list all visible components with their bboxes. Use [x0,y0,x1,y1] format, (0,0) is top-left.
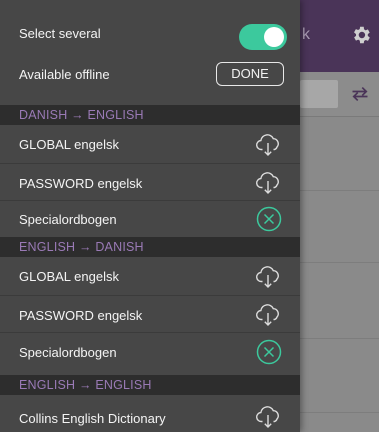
search-input[interactable] [300,80,338,108]
dictionary-label: GLOBAL engelsk [19,269,119,284]
list-divider [300,190,379,191]
section-header: DANISH → ENGLISH [0,105,300,125]
offline-drawer: Select several Available offline DONE DA… [0,0,300,432]
cloud-download-icon[interactable] [255,300,283,328]
cloud-download-icon[interactable] [255,168,283,196]
select-several-label: Select several [19,26,101,41]
dictionary-label: PASSWORD engelsk [19,308,143,323]
section-title: ENGLISH → DANISH [19,240,144,254]
section-header: ENGLISH → DANISH [0,237,300,257]
list-divider [300,412,379,413]
dictionary-label: Specialordbogen [19,345,117,360]
dictionary-item[interactable]: Specialordbogen [0,333,300,371]
swap-icon[interactable] [350,84,370,104]
header-title-partial: k [302,26,310,43]
section-title: ENGLISH → ENGLISH [19,378,152,392]
remove-circle-icon[interactable] [255,205,283,233]
cloud-download-icon[interactable] [255,130,283,158]
dictionary-label: Specialordbogen [19,212,117,227]
dictionary-item[interactable]: GLOBAL engelsk [0,257,300,295]
available-offline-row: Available offline DONE [0,52,300,102]
done-button[interactable]: DONE [216,62,284,86]
dictionary-item[interactable]: Specialordbogen [0,201,300,237]
list-divider [300,338,379,339]
section-title: DANISH → ENGLISH [19,108,144,122]
dictionary-item[interactable]: PASSWORD engelsk [0,164,300,200]
dictionary-item[interactable]: GLOBAL engelsk [0,125,300,163]
select-several-row: Select several [0,0,300,52]
remove-circle-icon[interactable] [255,338,283,366]
dictionary-item[interactable]: PASSWORD engelsk [0,296,300,332]
available-offline-label: Available offline [19,67,110,82]
dictionary-label: GLOBAL engelsk [19,137,119,152]
list-divider [300,262,379,263]
dictionary-label: PASSWORD engelsk [19,176,143,191]
section-header: ENGLISH → ENGLISH [0,375,300,395]
cloud-download-icon[interactable] [255,262,283,290]
cloud-download-icon[interactable] [255,402,283,430]
dictionary-item[interactable]: Collins English Dictionary [0,395,300,432]
gear-icon[interactable] [350,24,372,46]
dictionary-label: Collins English Dictionary [19,411,166,426]
select-several-toggle[interactable] [239,24,287,50]
toggle-knob [264,27,284,47]
